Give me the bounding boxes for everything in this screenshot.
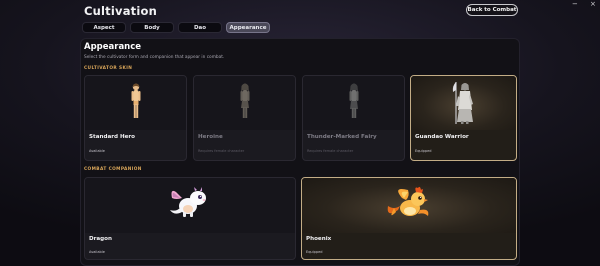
companion-status: Available xyxy=(89,250,105,254)
skin-card-heroine[interactable]: Heroine Requires female character xyxy=(193,75,296,161)
panel-subtitle: Select the cultivator form and companion… xyxy=(84,55,225,60)
back-to-combat-button[interactable]: Back to Combat xyxy=(466,4,518,16)
skin-name: Guandao Warrior xyxy=(415,134,469,140)
skin-card-guandao-warrior[interactable]: Guandao Warrior Equipped xyxy=(410,75,517,161)
companion-status: Equipped xyxy=(306,250,323,254)
thunder-fairy-figure-icon xyxy=(349,83,358,118)
skin-name: Thunder-Marked Fairy xyxy=(307,134,377,140)
close-button[interactable]: × xyxy=(590,0,596,9)
tab-dao[interactable]: Dao xyxy=(178,22,222,33)
companion-card-phoenix[interactable]: Phoenix Equipped xyxy=(301,177,517,260)
skin-card-thunder-marked-fairy[interactable]: Thunder-Marked Fairy Requires female cha… xyxy=(302,75,405,161)
skin-status: Requires female character xyxy=(198,149,245,153)
minimize-button[interactable]: − xyxy=(572,0,578,9)
companion-card-dragon[interactable]: Dragon Available xyxy=(84,177,296,260)
heroine-figure-icon xyxy=(240,83,249,118)
standard-hero-figure-icon xyxy=(131,83,140,118)
tab-body[interactable]: Body xyxy=(130,22,174,33)
phoenix-companion-icon xyxy=(387,186,429,216)
companion-name: Phoenix xyxy=(306,236,332,242)
skin-status: Requires female character xyxy=(307,149,354,153)
panel-title: Appearance xyxy=(84,42,142,52)
combat-companion-heading: COMBAT COMPANION xyxy=(84,167,142,172)
tab-appearance[interactable]: Appearance xyxy=(226,22,270,33)
skin-status: Available xyxy=(89,149,105,153)
companion-name: Dragon xyxy=(89,236,113,242)
skin-name: Standard Hero xyxy=(89,134,136,140)
skin-status: Equipped xyxy=(415,149,432,153)
skin-name: Heroine xyxy=(198,134,223,140)
guandao-warrior-figure-icon xyxy=(452,82,473,124)
cultivator-skin-heading: CULTIVATOR SKIN xyxy=(84,66,133,71)
skin-card-standard-hero[interactable]: Standard Hero Available xyxy=(84,75,187,161)
tab-aspect[interactable]: Aspect xyxy=(82,22,126,33)
window-title: Cultivation xyxy=(84,4,157,18)
dragon-companion-icon xyxy=(170,187,206,217)
tab-bar: Aspect Body Dao Appearance xyxy=(82,22,270,33)
